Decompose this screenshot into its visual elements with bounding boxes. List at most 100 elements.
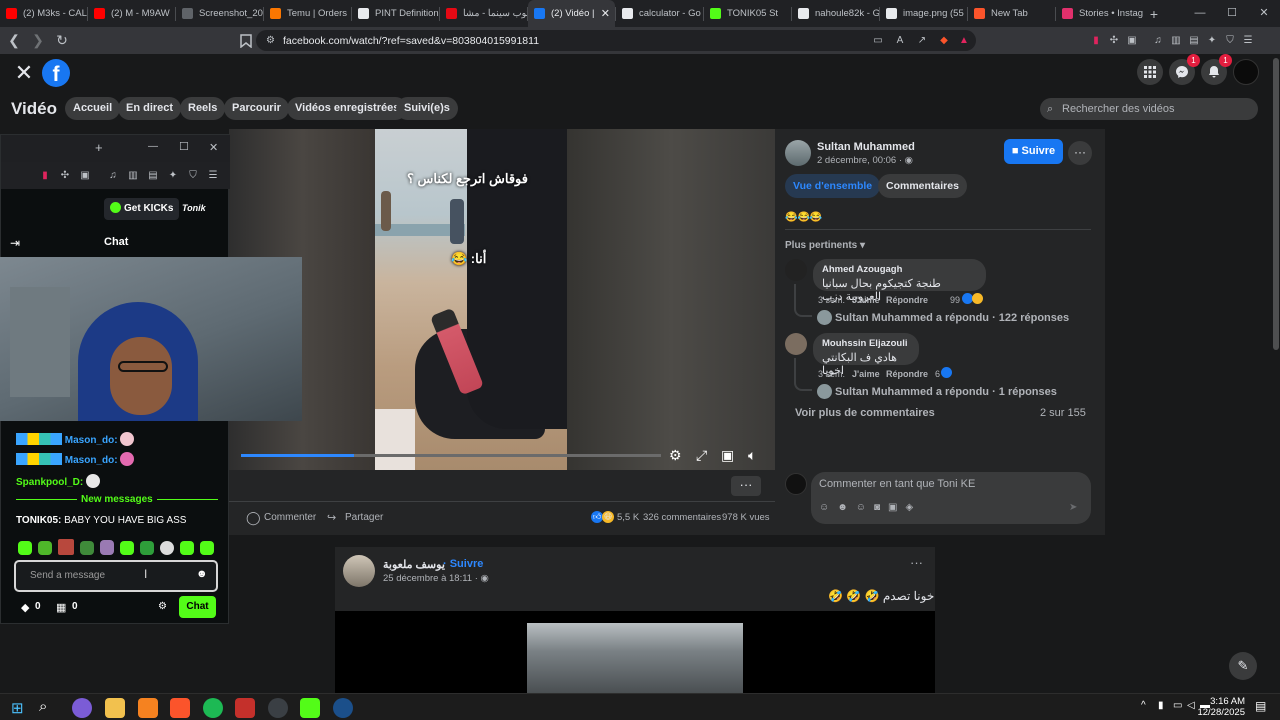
scrollbar-thumb[interactable] (1273, 58, 1279, 350)
chat-username[interactable]: TONIK05: (16, 515, 61, 526)
kicks-icon[interactable]: ◆ (21, 601, 29, 614)
brave-icon[interactable] (170, 698, 190, 718)
youtube-ext-icon[interactable]: ▮ (37, 167, 53, 183)
vpn-icon[interactable]: ⛉ (185, 167, 201, 183)
follow-button[interactable]: ■ Suivre (1004, 139, 1063, 164)
emoji-picker-icon[interactable]: ☻ (196, 568, 208, 580)
forward-icon[interactable]: ❯ (28, 31, 48, 51)
close-window-button[interactable]: ✕ (1248, 0, 1280, 27)
emote-icon[interactable] (120, 541, 134, 555)
comment-time[interactable]: 3 sem. (818, 369, 845, 379)
menu-grid-icon[interactable] (1137, 59, 1163, 85)
browser-tab[interactable]: image.png (55 (880, 0, 967, 27)
author-avatar[interactable] (785, 140, 811, 166)
kick-icon[interactable] (300, 698, 320, 718)
new-message-button[interactable]: ✎ (1229, 652, 1257, 680)
cast-icon[interactable]: ▭ (870, 33, 886, 49)
commenter-name[interactable]: Mouhssin Eljazouli (822, 338, 910, 349)
author-name[interactable]: Sultan Muhammed (817, 141, 915, 153)
vpn-icon[interactable]: ⛉ (1222, 32, 1238, 48)
obs-icon[interactable] (268, 698, 288, 718)
search-icon[interactable]: ⌕ (39, 698, 47, 715)
like-button[interactable]: J'aime (852, 369, 880, 379)
brave-rewards-icon[interactable]: ▲ (956, 33, 972, 49)
emote-icon[interactable] (58, 539, 74, 555)
microphone-icon[interactable]: ▮ (1158, 700, 1164, 711)
tab-overview[interactable]: Vue d'ensemble (785, 174, 881, 198)
wallet-icon[interactable]: ▤ (1186, 32, 1202, 48)
leo-ai-icon[interactable]: ✦ (165, 167, 181, 183)
steam-icon[interactable] (333, 698, 353, 718)
video-search-input[interactable]: Rechercher des vidéos (1040, 98, 1258, 120)
system-clock[interactable]: 3:16 AM 12/28/2025 (1197, 696, 1245, 718)
browser-tab[interactable]: (2) M - M9AW (88, 0, 175, 27)
url-field[interactable]: ⚙ facebook.com/watch/?ref=saved&v=803804… (256, 30, 976, 51)
comment-input[interactable]: Commenter en tant que Toni KE (819, 478, 975, 490)
settings-icon[interactable]: ⚙ (669, 447, 682, 464)
nav-pill-reels[interactable]: Reels (180, 97, 226, 120)
youtube-ext-icon[interactable]: ▮ (1088, 32, 1104, 48)
tab-search-icon[interactable]: ▣ (77, 167, 93, 183)
browser-tab[interactable]: Screenshot_20 (176, 0, 263, 27)
nav-pill-videos-enregistrees[interactable]: Vidéos enregistrées (287, 97, 408, 120)
site-info-icon[interactable]: ⚙ (266, 35, 275, 46)
sidebar-icon[interactable]: ▥ (125, 167, 141, 183)
volume-icon[interactable]: ◁ (1187, 700, 1195, 711)
collapse-chat-icon[interactable]: ⇥ (10, 236, 20, 250)
emote-icon[interactable] (100, 540, 114, 555)
sidebar-icon[interactable]: ▥ (1168, 32, 1184, 48)
chat-username[interactable]: Spankpool_D: (16, 477, 83, 488)
comment-reaction-count[interactable]: 99 (950, 295, 960, 305)
view-replies-link[interactable]: Sultan Muhammed a répondu · 1 réponses (835, 386, 1057, 398)
emote-icon[interactable] (180, 541, 194, 555)
close-button[interactable]: ✕ (209, 141, 218, 154)
new-tab-button[interactable]: + (95, 140, 103, 155)
emoji-icon[interactable]: ☺ (856, 502, 874, 513)
chat-username[interactable]: Mason_do: (65, 435, 118, 446)
comment-reaction-count[interactable]: 6 (935, 369, 940, 379)
more-comments-link[interactable]: Voir plus de commentaires (795, 407, 935, 419)
browser-tab[interactable]: New Tab (968, 0, 1055, 27)
profile-avatar[interactable] (1233, 59, 1259, 85)
notifications-icon[interactable]: 1 (1201, 54, 1232, 85)
back-icon[interactable]: ❮ (4, 31, 24, 51)
new-tab-button[interactable]: + (1143, 6, 1165, 22)
minimize-window-button[interactable]: — (1184, 0, 1216, 27)
camera-icon[interactable]: ◙ (874, 502, 888, 513)
browser-tab[interactable]: (2) M3ks - CAL (0, 0, 87, 27)
nav-pill-suivis[interactable]: Suivi(e)s (396, 97, 458, 120)
nav-pill-accueil[interactable]: Accueil (65, 97, 121, 120)
browser-tab[interactable]: Temu | Orders (264, 0, 351, 27)
chat-send-button[interactable]: Chat (179, 596, 216, 618)
post-media[interactable] (335, 611, 935, 693)
commenter-avatar[interactable] (785, 333, 807, 355)
emote-icon[interactable] (200, 541, 214, 555)
store-icon[interactable]: ▦ (56, 601, 66, 614)
gif-icon[interactable]: ▣ (888, 502, 905, 513)
facebook-logo[interactable]: f (42, 59, 70, 87)
messenger-icon[interactable]: 1 (1169, 54, 1200, 85)
chat-username[interactable]: Mason_do: (65, 455, 118, 466)
more-options-icon[interactable]: ··· (910, 555, 923, 570)
emote-icon[interactable] (160, 541, 174, 555)
browser-tab[interactable]: توب سينما - مشا (440, 0, 527, 27)
reply-button[interactable]: Répondre (886, 295, 928, 305)
close-tab-icon[interactable]: ✕ (601, 7, 610, 20)
spotify-icon[interactable] (203, 698, 223, 718)
comment-button[interactable]: Commenter (264, 512, 316, 523)
send-icon[interactable]: ➤ (1069, 502, 1077, 513)
nav-pill-en-direct[interactable]: En direct (118, 97, 182, 120)
emote-icon[interactable] (140, 541, 154, 555)
puzzle-icon[interactable]: ✣ (57, 167, 73, 183)
face-sticker-icon[interactable]: ☻ (837, 502, 856, 513)
emote-icon[interactable] (80, 541, 94, 555)
browser-tab[interactable]: PINT Definition (352, 0, 439, 27)
post-follow-link[interactable]: · Suivre (443, 558, 483, 570)
brave-shield-icon[interactable]: ◆ (936, 33, 952, 49)
youtube-music-icon[interactable] (235, 698, 255, 718)
browser-tab[interactable]: Stories • Instag (1056, 0, 1143, 27)
maximize-button[interactable]: ☐ (179, 140, 189, 153)
bookmark-icon[interactable] (236, 31, 256, 51)
chat-settings-icon[interactable]: ⚙ (158, 601, 167, 612)
share-button[interactable]: Partager (345, 512, 383, 523)
